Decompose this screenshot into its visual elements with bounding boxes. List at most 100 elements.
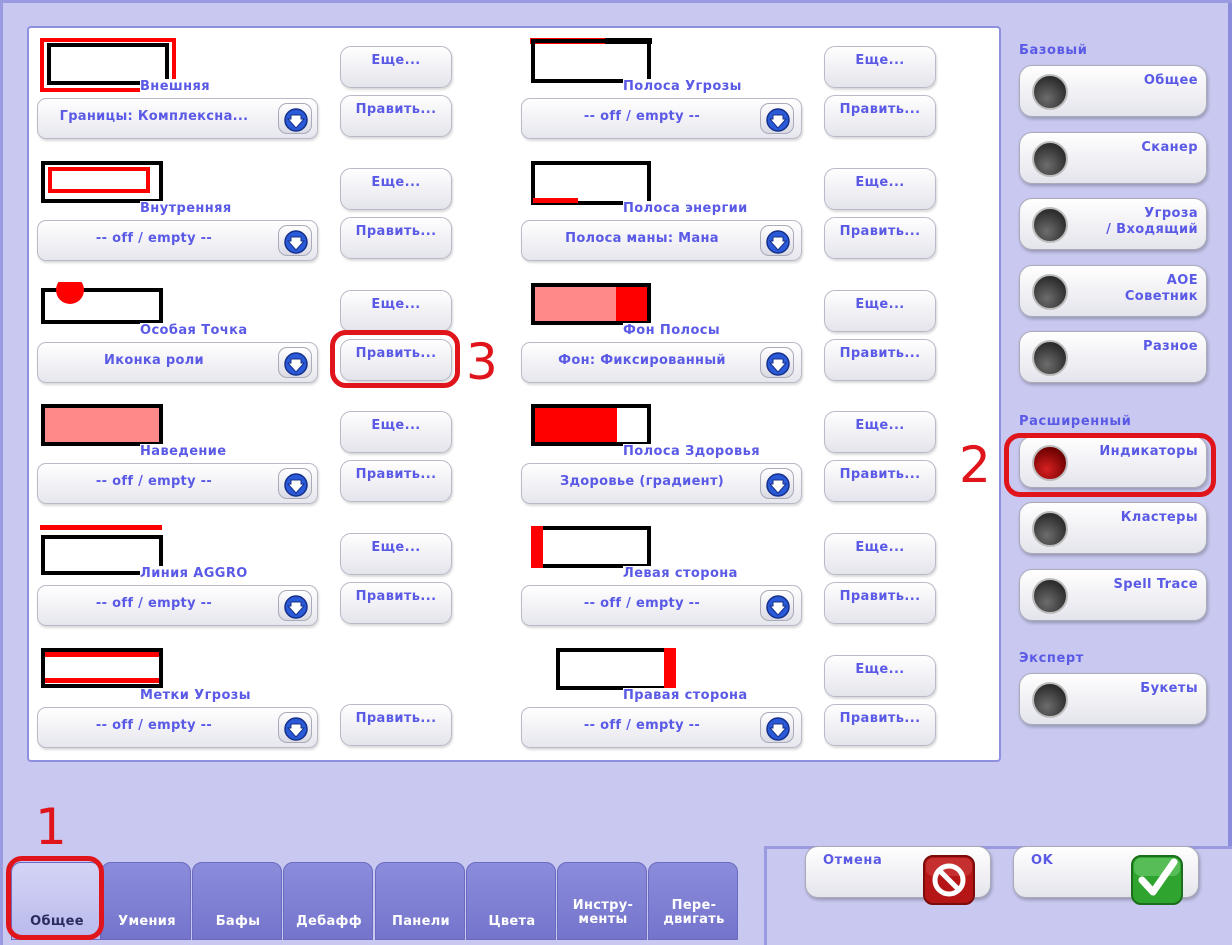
indicator-dropdown[interactable]: -- off / empty -- <box>37 585 318 626</box>
tab-7[interactable]: Пере- двигать <box>648 862 738 940</box>
indicator-dropdown[interactable]: Иконка роли <box>37 342 318 383</box>
more-button[interactable]: Еще... <box>340 411 452 453</box>
dropdown-arrow-button[interactable] <box>278 347 312 378</box>
dropdown-arrow-button[interactable] <box>760 468 794 499</box>
edit-button[interactable]: Править... <box>824 95 936 137</box>
more-button[interactable]: Еще... <box>340 46 452 88</box>
more-button[interactable]: Еще... <box>824 168 936 210</box>
arrow-down-icon <box>766 473 790 497</box>
indicator-dropdown[interactable]: Фон: Фиксированный <box>521 342 802 383</box>
indicator-label: Метки Угрозы <box>140 688 253 703</box>
sidebar-item-expert-0[interactable]: Букеты <box>1019 673 1207 725</box>
dropdown-arrow-button[interactable] <box>760 712 794 743</box>
cancel-button[interactable]: Отмена <box>805 846 991 905</box>
more-button[interactable]: Еще... <box>340 168 452 210</box>
dropdown-arrow-button[interactable] <box>760 103 794 134</box>
tab-label: Бафы <box>215 914 261 929</box>
indicator-dropdown[interactable]: -- off / empty -- <box>37 220 318 261</box>
dropdown-value: Полоса маны: Мана <box>565 231 719 246</box>
dropdown-value: -- off / empty -- <box>95 474 213 489</box>
tab-label: Дебафф <box>296 914 362 929</box>
sidebar-item-basic-0[interactable]: Общее <box>1019 65 1207 117</box>
indicator-dropdown[interactable]: Здоровье (градиент) <box>521 463 802 504</box>
dropdown-arrow-button[interactable] <box>278 712 312 743</box>
sidebar-item-basic-1[interactable]: Сканер <box>1019 132 1207 184</box>
arrow-down-icon <box>284 717 308 741</box>
status-led-icon <box>1032 274 1068 310</box>
edit-button[interactable]: Править... <box>340 217 452 259</box>
sidebar-item-basic-4[interactable]: Разное <box>1019 331 1207 383</box>
edit-button[interactable]: Править... <box>340 704 452 746</box>
dropdown-arrow-button[interactable] <box>278 590 312 621</box>
sidebar-item-advanced-1[interactable]: Кластеры <box>1019 502 1207 554</box>
ok-button[interactable]: OK <box>1013 846 1199 905</box>
dropdown-arrow-button[interactable] <box>278 468 312 499</box>
annotation-1-number: 1 <box>35 798 67 856</box>
dropdown-value: -- off / empty -- <box>95 596 213 611</box>
edit-button[interactable]: Править... <box>824 582 936 624</box>
tab-6[interactable]: Инстру- менты <box>557 862 647 940</box>
more-button[interactable]: Еще... <box>824 290 936 332</box>
arrow-down-icon <box>766 108 790 132</box>
arrow-down-icon <box>766 352 790 376</box>
tab-1[interactable]: Умения <box>101 862 191 940</box>
cancel-label: Отмена <box>823 853 883 868</box>
edit-button[interactable]: Править... <box>824 460 936 502</box>
sidebar-item-advanced-2[interactable]: Spell Trace <box>1019 569 1207 621</box>
indicator-dropdown[interactable]: Полоса маны: Мана <box>521 220 802 261</box>
tab-4[interactable]: Панели <box>375 862 465 940</box>
more-button[interactable]: Еще... <box>824 46 936 88</box>
tab-2[interactable]: Бафы <box>192 862 282 940</box>
dropdown-value: Границы: Комплексна... <box>59 109 249 124</box>
dropdown-arrow-button[interactable] <box>760 347 794 378</box>
sidebar-item-label: Букеты <box>1140 681 1198 696</box>
more-button[interactable]: Еще... <box>824 533 936 575</box>
tab-3[interactable]: Дебафф <box>283 862 373 940</box>
tab-label: Пере- двигать <box>663 898 725 927</box>
annotation-3-box <box>330 330 460 388</box>
status-led-icon <box>1032 340 1068 376</box>
dropdown-arrow-button[interactable] <box>760 225 794 256</box>
sidebar-item-label: Угроза / Входящий <box>1106 206 1198 237</box>
dropdown-arrow-button[interactable] <box>278 103 312 134</box>
arrow-down-icon <box>284 108 308 132</box>
basic-heading: Базовый <box>1019 43 1088 58</box>
indicator-label: Фон Полосы <box>623 323 723 338</box>
indicator-dropdown[interactable]: -- off / empty -- <box>521 98 802 139</box>
tab-label: Инстру- менты <box>572 898 634 927</box>
tab-label: Умения <box>118 914 176 929</box>
edit-button[interactable]: Править... <box>340 582 452 624</box>
status-led-icon <box>1032 207 1068 243</box>
more-button[interactable]: Еще... <box>340 290 452 332</box>
sidebar-item-label: Разное <box>1143 339 1198 354</box>
indicator-label: Особая Точка <box>140 323 250 338</box>
dropdown-arrow-button[interactable] <box>278 225 312 256</box>
cancel-icon <box>923 855 975 905</box>
status-led-icon <box>1032 141 1068 177</box>
arrow-down-icon <box>766 230 790 254</box>
indicator-dropdown[interactable]: -- off / empty -- <box>521 585 802 626</box>
sidebar-item-label: Сканер <box>1141 140 1198 155</box>
sidebar-item-basic-2[interactable]: Угроза / Входящий <box>1019 198 1207 250</box>
edit-button[interactable]: Править... <box>824 217 936 259</box>
edit-button[interactable]: Править... <box>340 95 452 137</box>
tab-5[interactable]: Цвета <box>466 862 556 940</box>
edit-button[interactable]: Править... <box>824 704 936 746</box>
status-led-icon <box>1032 682 1068 718</box>
dropdown-value: -- off / empty -- <box>583 718 701 733</box>
tab-label: Цвета <box>488 914 536 929</box>
more-button[interactable]: Еще... <box>340 533 452 575</box>
dropdown-value: -- off / empty -- <box>583 109 701 124</box>
arrow-down-icon <box>284 473 308 497</box>
more-button[interactable]: Еще... <box>824 655 936 697</box>
dropdown-arrow-button[interactable] <box>760 590 794 621</box>
indicator-dropdown[interactable]: -- off / empty -- <box>37 707 318 748</box>
edit-button[interactable]: Править... <box>340 460 452 502</box>
indicator-dropdown[interactable]: Границы: Комплексна... <box>37 98 318 139</box>
indicator-dropdown[interactable]: -- off / empty -- <box>521 707 802 748</box>
dropdown-value: Иконка роли <box>104 353 204 368</box>
edit-button[interactable]: Править... <box>824 339 936 381</box>
indicator-dropdown[interactable]: -- off / empty -- <box>37 463 318 504</box>
more-button[interactable]: Еще... <box>824 411 936 453</box>
sidebar-item-basic-3[interactable]: AOE Советник <box>1019 265 1207 317</box>
